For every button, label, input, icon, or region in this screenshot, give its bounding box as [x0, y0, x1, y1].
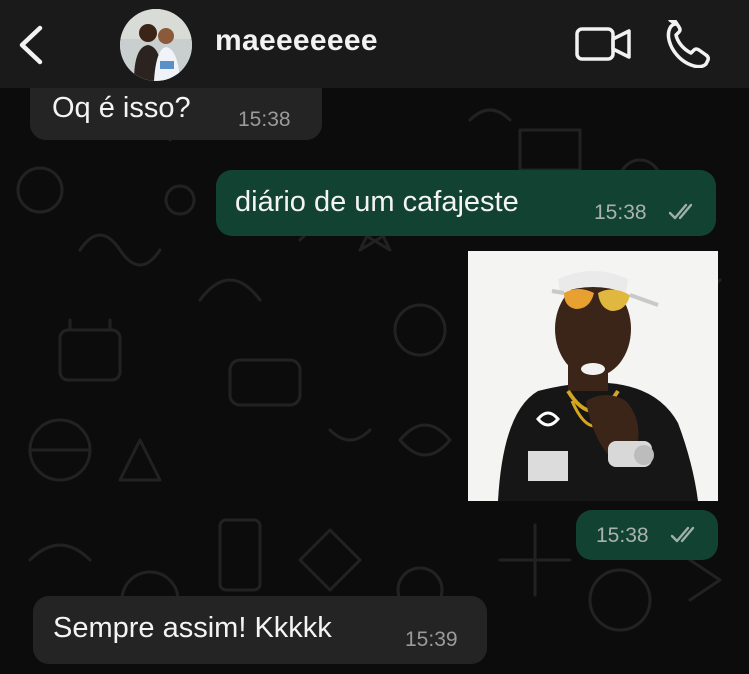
message-image[interactable]	[468, 251, 718, 501]
contact-avatar[interactable]	[120, 9, 192, 81]
message-text: Sempre assim! Kkkkk	[53, 612, 332, 644]
chat-screen: maeeeeeee Oq é isso? 15:38 diário de um …	[0, 0, 749, 674]
chat-header: maeeeeeee	[0, 0, 749, 88]
message-time: 15:38	[238, 108, 291, 131]
double-check-read-icon	[668, 203, 693, 220]
phone-icon[interactable]	[664, 20, 714, 68]
image-timestamp: 15:38	[576, 510, 718, 560]
back-chevron-icon[interactable]	[12, 22, 52, 68]
double-check-read-icon	[670, 526, 695, 543]
message-text: diário de um cafajeste	[235, 186, 519, 218]
contact-name[interactable]: maeeeeeee	[215, 24, 378, 58]
message-time: 15:38	[596, 524, 649, 547]
message-text: Oq é isso?	[52, 92, 191, 124]
message-time: 15:39	[405, 628, 458, 651]
incoming-message[interactable]: Sempre assim! Kkkkk 15:39	[33, 596, 487, 664]
outgoing-message[interactable]: diário de um cafajeste 15:38	[216, 170, 716, 236]
message-time: 15:38	[594, 201, 647, 224]
video-camera-icon[interactable]	[574, 24, 634, 64]
